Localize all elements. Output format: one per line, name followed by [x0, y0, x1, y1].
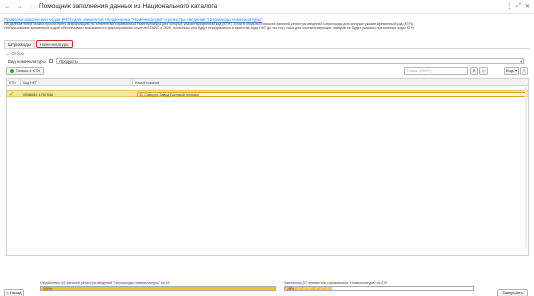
list-toolbar: Только с КТН Поиск (Ctrl+F) ✕ ⌕ Еще ▾ ? [6, 67, 529, 76]
close-icon: ✕ [472, 68, 476, 74]
tab-nomenclature[interactable]: Номенклатура [35, 40, 73, 48]
filter-label: Вид номенклатуры [8, 58, 46, 64]
name-cell[interactable]: 00 Самсунг Завод Бытовой техники [133, 91, 528, 98]
search-icon: ⌕ [482, 68, 485, 74]
status-dot-icon [9, 68, 14, 73]
clear-search-button[interactable]: ✕ [470, 67, 478, 75]
forward-arrow-icon[interactable]: → [15, 3, 24, 11]
help-button[interactable]: ? [520, 67, 528, 75]
filter-group-label: Отбор [11, 51, 24, 56]
column-header-name[interactable]: Наименование [133, 79, 528, 86]
search-button[interactable]: ⌕ [479, 67, 488, 75]
nomenclature-progress-label: Заполнено 67 элементов справочника "Номе… [284, 281, 388, 285]
star-icon[interactable]: ☆ [28, 3, 36, 11]
code-cell: 0008662-1787338 [21, 91, 133, 98]
back-button-label: < Назад [6, 290, 22, 296]
column-header-code[interactable]: Код НКТ [21, 79, 133, 86]
tab-divider [4, 48, 530, 49]
more-label: Еще ▾ [505, 68, 518, 74]
barcodes-progress-bar: 100% [40, 286, 276, 291]
tab-bar: Штрихкоды Номенклатура [4, 39, 74, 48]
more-button[interactable]: Еще ▾ [504, 67, 519, 75]
chevron-down-icon: ⌄ [6, 51, 10, 56]
chevron-down-icon: ▾ [520, 59, 523, 64]
help-icon: ? [522, 68, 526, 74]
column-header-ktn[interactable]: КТН [7, 79, 21, 86]
code-value: 0008662-1787338 [22, 92, 53, 97]
tab-barcodes[interactable]: Штрихкоды [4, 40, 35, 48]
search-input[interactable]: Поиск (Ctrl+F) [404, 67, 468, 75]
finish-button-label: Завершить [502, 290, 523, 296]
step-description: На данном этапе можно просмотреть информ… [4, 22, 530, 30]
only-ktn-label: Только с КТН [15, 68, 41, 74]
checkmark-icon: ✔ [9, 91, 14, 98]
status-bar: < Назад Обработано 63 записей регистра с… [0, 280, 534, 296]
barcodes-progress-percent: 100% [43, 286, 52, 291]
only-ktn-button[interactable]: Только с КТН [6, 67, 44, 75]
nomenclature-type-select[interactable]: Продукты ▾ [56, 58, 525, 64]
nomenclature-progress-percent: 25% [287, 286, 295, 291]
name-field[interactable]: 00 Самсунг Завод Бытовой техники [136, 91, 527, 98]
filter-checkbox[interactable] [48, 58, 54, 64]
more-menu-icon[interactable]: ⋮ [506, 3, 513, 10]
table-row[interactable]: ✔ 0008662-1787338 00 Самсунг Завод Бытов… [7, 90, 528, 98]
vertical-scrollbar[interactable] [525, 87, 527, 247]
close-icon[interactable]: ✕ [524, 3, 531, 10]
search-placeholder: Поиск (Ctrl+F) [407, 68, 432, 73]
description-line: Использование временных кодов обеспечива… [4, 26, 415, 31]
nomenclature-type-filter: Вид номенклатуры Продукты ▾ [8, 58, 525, 64]
back-button[interactable]: < Назад [4, 289, 24, 296]
table-header: КТН Код НКТ Наименование [7, 79, 528, 86]
finish-button[interactable]: Завершить [497, 289, 528, 296]
expand-icon[interactable]: ⤢ [515, 3, 522, 10]
name-value: 00 Самсунг Завод Бытовой техники [139, 92, 199, 97]
nomenclature-progress-bar: 25% [284, 286, 474, 291]
ktn-cell[interactable]: ✔ [7, 91, 21, 98]
select-value: Продукты [59, 58, 78, 64]
window-titlebar: ← → ☆ Помощник заполнения данных из Наци… [0, 0, 534, 14]
back-arrow-icon[interactable]: ← [3, 3, 12, 11]
barcodes-progress-label: Обработано 63 записей регистра сведений … [40, 281, 170, 285]
filter-group-header[interactable]: ⌄ Отбор [6, 51, 24, 56]
nomenclature-table: КТН Код НКТ Наименование ✔ 0008662-17873… [6, 78, 529, 256]
window-title: Помощник заполнения данных из Национальн… [39, 3, 218, 10]
barcodes-progress-fill [41, 287, 275, 290]
